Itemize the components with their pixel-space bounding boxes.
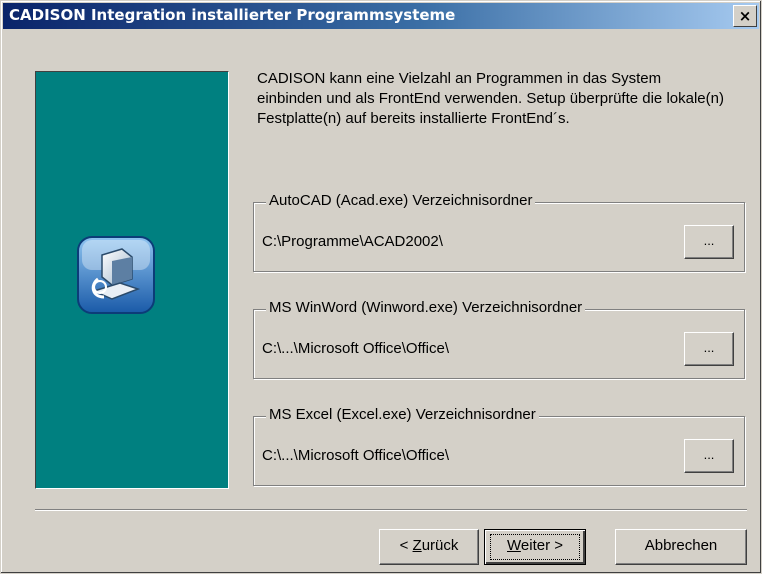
- autocad-browse-button[interactable]: ...: [684, 225, 734, 259]
- autocad-group: AutoCAD (Acad.exe) Verzeichnisordner C:\…: [253, 192, 745, 272]
- excel-group: MS Excel (Excel.exe) Verzeichnisordner C…: [253, 406, 745, 486]
- group-legend: MS WinWord (Winword.exe) Verzeichnisordn…: [266, 299, 586, 316]
- excel-browse-button[interactable]: ...: [684, 439, 734, 473]
- separator: [35, 509, 747, 511]
- computer-install-icon: [77, 236, 155, 314]
- back-pre: <: [399, 537, 413, 554]
- side-panel: [35, 71, 229, 489]
- back-post: urück: [421, 537, 459, 554]
- window-title: CADISON Integration installierter Progra…: [9, 6, 456, 24]
- title-bar[interactable]: CADISON Integration installierter Progra…: [3, 3, 759, 29]
- winword-group: MS WinWord (Winword.exe) Verzeichnisordn…: [253, 299, 745, 379]
- group-legend: AutoCAD (Acad.exe) Verzeichnisordner: [266, 192, 536, 209]
- winword-path: C:\...\Microsoft Office\Office\: [262, 340, 449, 357]
- cancel-button[interactable]: Abbrechen: [615, 529, 747, 565]
- back-button[interactable]: < Zurück: [379, 529, 479, 565]
- back-mnemonic: Z: [412, 537, 422, 554]
- focus-ring: [490, 534, 580, 560]
- group-legend: MS Excel (Excel.exe) Verzeichnisordner: [266, 406, 539, 423]
- next-button[interactable]: Weiter >: [484, 529, 586, 565]
- autocad-path: C:\Programme\ACAD2002\: [262, 233, 443, 250]
- setup-dialog: CADISON Integration installierter Progra…: [0, 0, 762, 574]
- close-button[interactable]: ×: [733, 5, 757, 27]
- intro-text: CADISON kann eine Vielzahl an Programmen…: [257, 70, 724, 127]
- close-icon: ×: [738, 7, 752, 25]
- excel-path: C:\...\Microsoft Office\Office\: [262, 447, 449, 464]
- winword-browse-button[interactable]: ...: [684, 332, 734, 366]
